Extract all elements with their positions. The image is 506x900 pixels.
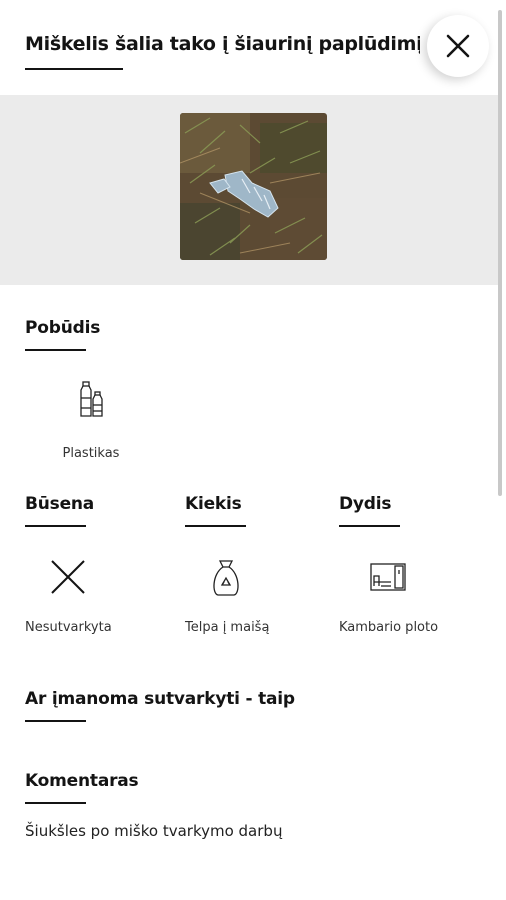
comment-text: Šiukšles po miško tvarkymo darbų bbox=[25, 822, 283, 840]
plastic-bottles-icon bbox=[80, 381, 103, 417]
close-icon bbox=[446, 34, 470, 58]
size-value: Kambario ploto bbox=[339, 620, 439, 635]
section-underline bbox=[25, 349, 86, 351]
amount-icon-wrap bbox=[206, 558, 246, 602]
status-value: Nesutvarkyta bbox=[25, 620, 112, 635]
category-item: Plastikas bbox=[50, 380, 132, 461]
section-underline bbox=[25, 802, 86, 804]
cleanable-heading: Ar įmanoma sutvarkyti - taip bbox=[25, 689, 295, 709]
section-heading-kiekis: Kiekis bbox=[185, 494, 242, 514]
section-underline bbox=[339, 525, 400, 527]
section-heading-busena: Būsena bbox=[25, 494, 95, 514]
section-underline bbox=[25, 720, 86, 722]
photo-gallery bbox=[0, 95, 502, 285]
scrollbar[interactable] bbox=[498, 10, 502, 496]
section-heading-dydis: Dydis bbox=[339, 494, 392, 514]
amount-value: Telpa į maišą bbox=[185, 620, 270, 635]
section-underline bbox=[185, 525, 246, 527]
trash-photo[interactable] bbox=[180, 113, 327, 260]
recycle-bag-icon bbox=[213, 560, 239, 596]
title-underline bbox=[25, 68, 123, 70]
status-icon-wrap bbox=[48, 558, 88, 600]
section-underline bbox=[25, 525, 86, 527]
category-label: Plastikas bbox=[62, 446, 120, 461]
page-title: Miškelis šalia tako į šiaurinį paplūdimį bbox=[25, 33, 420, 55]
close-button[interactable] bbox=[427, 15, 489, 77]
header: Miškelis šalia tako į šiaurinį paplūdimį bbox=[0, 0, 506, 95]
size-icon-wrap bbox=[368, 560, 408, 598]
comment-heading: Komentaras bbox=[25, 771, 139, 791]
section-heading-pobudis: Pobūdis bbox=[25, 318, 101, 338]
room-size-icon bbox=[370, 563, 406, 591]
cross-icon bbox=[51, 560, 85, 594]
